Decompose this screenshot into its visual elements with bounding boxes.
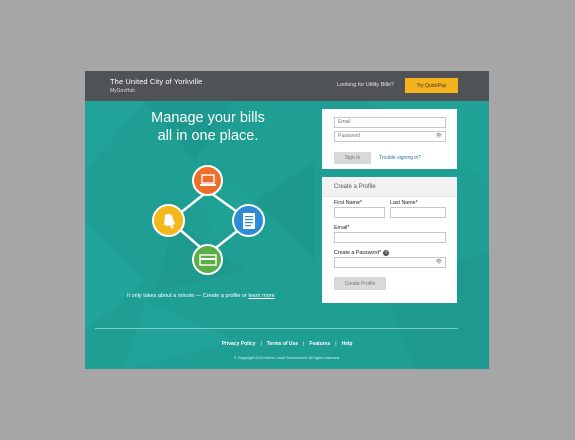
header-bar: The United City of Yorkville MyGovHub Lo… — [85, 71, 489, 101]
first-name-label: First Name* — [334, 200, 362, 206]
create-password-label: Create a Password* — [334, 250, 382, 256]
app-frame: The United City of Yorkville MyGovHub Lo… — [85, 71, 489, 369]
try-quickpay-button[interactable]: Try QuickPay — [405, 78, 458, 93]
last-name-label: Last Name* — [390, 200, 418, 206]
show-password-icon[interactable]: 👁 — [436, 133, 442, 139]
headline-line-1: Manage your bills — [151, 110, 265, 126]
show-new-password-icon[interactable]: 👁 — [436, 259, 442, 265]
trouble-signing-in-link[interactable]: Trouble signing in? — [379, 155, 421, 161]
laptop-icon — [192, 165, 223, 196]
privacy-policy-link[interactable]: Privacy Policy — [222, 341, 256, 347]
email-label: Email* — [334, 225, 350, 231]
password-placeholder: Password — [338, 133, 360, 139]
footer-nav: Privacy Policy | Terms of Use | Features | Hel… — [221, 341, 353, 347]
site-title[interactable]: The United City of Yorkville — [110, 77, 202, 86]
create-password-field[interactable]: 👁 — [334, 257, 446, 268]
learn-more-link[interactable]: learn more — [248, 293, 274, 299]
copyright-text: © Copyright 2015 Harris Local Government… — [233, 356, 341, 360]
hero-headline: Manage your bills all in one place. — [133, 109, 283, 145]
create-profile-button[interactable]: Create Profile — [334, 277, 386, 290]
help-link[interactable]: Help — [342, 341, 353, 347]
last-name-field[interactable] — [390, 207, 446, 218]
credit-card-icon — [192, 244, 223, 275]
create-profile-panel: Create a Profile First Name* Last Name* … — [322, 177, 457, 303]
cta-text: It only takes about a minute — Create a … — [127, 293, 249, 299]
utility-bills-prompt: Looking for Utility Bills? — [337, 82, 394, 88]
headline-line-2: all in one place. — [157, 128, 259, 144]
bell-icon — [152, 204, 185, 237]
profile-email-field[interactable] — [334, 232, 446, 243]
sign-in-panel: Email Password 👁 Sign In Trouble signing… — [322, 109, 457, 169]
sign-in-button[interactable]: Sign In — [334, 152, 371, 164]
profile-header: Create a Profile — [322, 177, 457, 197]
email-field[interactable]: Email — [334, 117, 446, 128]
email-placeholder: Email — [338, 119, 351, 125]
create-profile-cta: It only takes about a minute — Create a … — [127, 293, 275, 299]
features-link[interactable]: Features — [309, 341, 330, 347]
password-field[interactable]: Password 👁 — [334, 131, 446, 142]
site-subtitle: MyGovHub — [110, 88, 136, 94]
terms-of-use-link[interactable]: Terms of Use — [267, 341, 298, 347]
first-name-field[interactable] — [334, 207, 385, 218]
document-icon — [232, 204, 265, 237]
footer-divider — [95, 328, 458, 329]
help-circle-icon[interactable]: ? — [383, 250, 389, 256]
profile-heading: Create a Profile — [334, 184, 376, 190]
